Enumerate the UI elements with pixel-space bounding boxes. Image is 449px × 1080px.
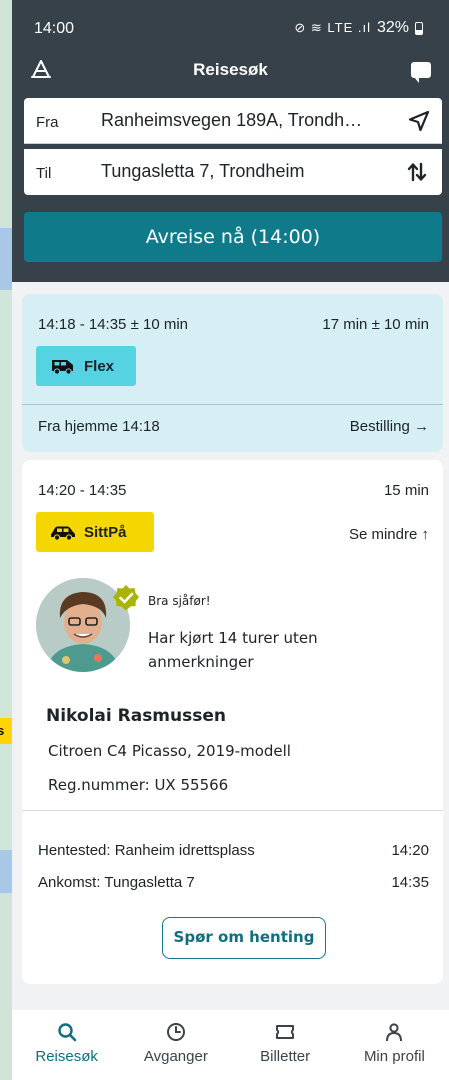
car-model: Citroen C4 Picasso, 2019-modell <box>48 742 291 760</box>
nav-item-reisesok[interactable]: Reisesøk <box>12 1010 121 1080</box>
from-value[interactable]: Ranheimsvegen 189A, Trondh… <box>101 110 395 131</box>
flex-from-text: Fra hjemme 14:18 <box>38 418 160 435</box>
nav-label: Reisesøk <box>35 1048 98 1065</box>
sittpa-badge: SittPå <box>36 512 154 552</box>
see-less-button[interactable]: Se mindre ↑ <box>349 526 429 543</box>
trip-time-range: 14:20 - 14:35 <box>38 482 127 499</box>
ticket-icon <box>276 1025 295 1039</box>
verified-driver-icon <box>113 585 139 611</box>
trip-search-panel: 14:00 ⊘ ≋ LTE .ıl 32% Reisesøk Fra Ranhe… <box>12 0 449 1080</box>
car-icon <box>51 526 75 541</box>
search-icon <box>57 1023 76 1042</box>
trip-card-sittpa[interactable]: 14:20 - 14:35 15 min SittPå Se mindre ↑ <box>22 460 443 984</box>
good-driver-label: Bra sjåfør! <box>148 594 211 608</box>
chat-icon[interactable] <box>411 62 431 83</box>
map-background[interactable]: s <box>0 0 12 1080</box>
nav-item-billetter[interactable]: Billetter <box>231 1010 340 1080</box>
trip-duration: 17 min ± 10 min <box>322 316 429 333</box>
trip-card-flex[interactable]: 14:18 - 14:35 ± 10 min 17 min ± 10 min F… <box>22 294 443 452</box>
pickup-place: Hentested: Ranheim idrettsplass <box>38 842 255 859</box>
nav-label: Avganger <box>143 1048 208 1065</box>
nav-item-min-profil[interactable]: Min profil <box>340 1010 449 1080</box>
depart-now-button[interactable]: Avreise nå (14:00) <box>24 212 442 262</box>
van-icon <box>52 360 73 375</box>
title-bar: Reisesøk <box>12 54 449 88</box>
divider <box>22 404 443 405</box>
driver-name: Nikolai Rasmussen <box>46 706 226 726</box>
status-indicators: ⊘ ≋ LTE .ıl 32% <box>294 19 423 37</box>
sittpa-badge-label: SittPå <box>84 524 127 541</box>
clock-icon <box>166 1023 185 1041</box>
bottom-navigation: Reisesøk Avganger Billetter Min profil <box>12 1010 449 1080</box>
flex-badge: Flex <box>36 346 136 386</box>
flex-badge-label: Flex <box>84 358 115 375</box>
nav-item-avganger[interactable]: Avganger <box>121 1010 230 1080</box>
person-icon <box>386 1023 403 1042</box>
map-label: s <box>0 718 12 744</box>
to-value[interactable]: Tungasletta 7, Trondheim <box>101 161 395 182</box>
nav-label: Billetter <box>260 1048 311 1065</box>
divider <box>22 810 443 811</box>
driver-record: Har kjørt 14 turer uten anmerkninger <box>148 629 318 671</box>
trip-duration: 15 min <box>383 482 429 499</box>
map-land <box>0 290 12 850</box>
location-arrow-icon[interactable] <box>408 110 430 132</box>
to-field[interactable]: Til Tungasletta 7, Trondheim <box>24 149 442 195</box>
status-bar: 14:00 ⊘ ≋ LTE .ıl 32% <box>12 0 449 52</box>
battery-icon <box>415 21 423 35</box>
registration-number: Reg.nummer: UX 55566 <box>48 776 229 794</box>
to-label: Til <box>36 165 52 182</box>
signal-icons: ⊘ ≋ LTE .ıl <box>294 20 371 35</box>
search-header: 14:00 ⊘ ≋ LTE .ıl 32% Reisesøk Fra Ranhe… <box>12 0 449 282</box>
swap-icon[interactable] <box>406 161 428 183</box>
trip-time-range: 14:18 - 14:35 ± 10 min <box>38 316 188 333</box>
from-label: Fra <box>36 114 59 131</box>
from-field[interactable]: Fra Ranheimsvegen 189A, Trondh… <box>24 98 442 144</box>
pickup-time: 14:20 <box>391 842 429 859</box>
arrival-place: Ankomst: Tungasletta 7 <box>38 874 195 891</box>
booking-link[interactable]: Bestilling → <box>350 418 429 435</box>
arrival-time: 14:35 <box>391 874 429 891</box>
battery-percent: 32% <box>376 19 409 36</box>
nav-label: Min profil <box>363 1048 425 1065</box>
page-title: Reisesøk <box>193 60 268 79</box>
status-time: 14:00 <box>34 20 75 37</box>
ask-for-pickup-button[interactable]: Spør om henting <box>162 917 326 959</box>
